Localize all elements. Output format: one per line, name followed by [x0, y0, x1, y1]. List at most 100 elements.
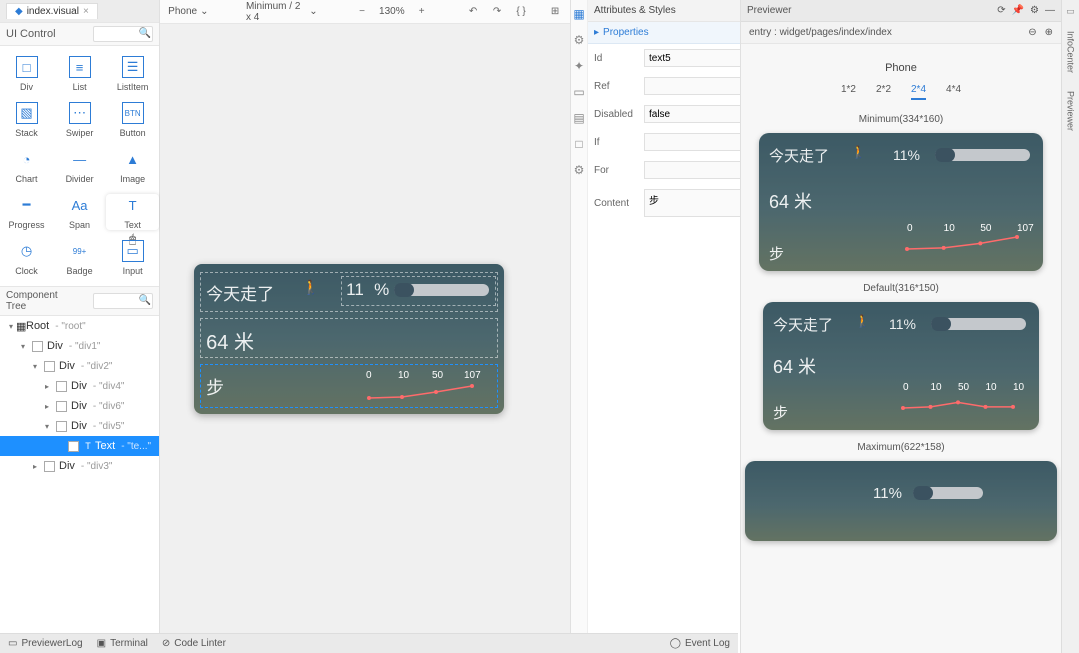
redo-button[interactable]: ↷: [490, 4, 504, 20]
canvas-slider: [394, 284, 489, 296]
props-tab-style[interactable]: ✦: [571, 58, 587, 74]
props-tab-events[interactable]: ⚙: [571, 32, 587, 48]
canvas-percent-sym: %: [374, 280, 389, 300]
tree-row[interactable]: ▾Div- "div5": [0, 416, 159, 436]
tree-row[interactable]: ▸Div- "div3": [0, 456, 159, 476]
status-previewer-log[interactable]: ▭PreviewerLog: [8, 638, 83, 649]
refresh-icon[interactable]: ⟳: [997, 5, 1005, 16]
tree-expand-icon[interactable]: ▾: [42, 422, 52, 431]
palette-item-span[interactable]: AaSpan: [53, 194, 106, 230]
zoom-in-icon[interactable]: ⊕: [1045, 27, 1053, 38]
walking-icon: 🚶: [302, 279, 319, 296]
file-tab[interactable]: ◆ index.visual ×: [6, 3, 98, 19]
input-icon: ▭: [122, 240, 144, 262]
zoom-out-button[interactable]: −: [355, 4, 369, 20]
svg-text:10: 10: [944, 223, 956, 234]
tree-checkbox[interactable]: [44, 461, 55, 472]
widget-on-canvas[interactable]: 今天走了 🚶 11 % 64 米 步 0 10 50 107: [194, 264, 504, 414]
palette-item-text[interactable]: TText🖱: [106, 194, 159, 230]
size-tab-2x4[interactable]: 2*4: [911, 84, 926, 100]
status-event-log[interactable]: ◯Event Log: [670, 638, 730, 649]
palette-item-image[interactable]: ▲Image: [106, 148, 159, 184]
preview-variant-label: Default(316*150): [741, 283, 1061, 294]
size-tab-2x2[interactable]: 2*2: [876, 84, 891, 100]
canvas-distance: 64 米: [206, 326, 254, 355]
status-code-linter[interactable]: ⊘Code Linter: [162, 638, 226, 649]
zoom-in-button[interactable]: +: [415, 4, 429, 20]
preview-card: 11%: [745, 461, 1057, 541]
previewer-size-tabs: 1*2 2*2 2*4 4*4: [741, 84, 1061, 100]
sidebar-tab-previewer[interactable]: Previewer: [1066, 87, 1076, 135]
tree-row[interactable]: ▾▦Root- "root": [0, 316, 159, 336]
tree-checkbox[interactable]: [68, 441, 79, 452]
list-icon: ≡: [69, 56, 91, 78]
code-button[interactable]: { }: [514, 4, 528, 20]
preview-variant-label: Maximum(622*158): [741, 442, 1061, 453]
previewer-device-label: Phone: [741, 62, 1061, 74]
tree-expand-icon[interactable]: ▸: [42, 402, 52, 411]
palette-item-stack[interactable]: ▧Stack: [0, 102, 53, 138]
svg-text:50: 50: [980, 223, 992, 234]
pin-icon[interactable]: 📌: [1012, 5, 1024, 16]
tree-expand-icon[interactable]: ▸: [30, 462, 40, 471]
tree-row[interactable]: ▸Div- "div6": [0, 396, 159, 416]
text-icon: T: [122, 194, 144, 216]
props-tab-more[interactable]: □: [571, 136, 587, 152]
tree-expand-icon[interactable]: ▸: [42, 382, 52, 391]
palette-item-input[interactable]: ▭Input: [106, 240, 159, 276]
previewer-panel: Previewer ⟳ 📌 ⚙ — entry : widget/pages/i…: [740, 0, 1061, 653]
tree-expand-icon[interactable]: ▾: [6, 322, 16, 331]
file-tab-bar: ◆ index.visual ×: [0, 0, 159, 22]
props-tab-attributes[interactable]: ▦: [571, 6, 587, 22]
sidebar-tab-infocenter[interactable]: InfoCenter: [1066, 27, 1076, 77]
palette-item-swiper[interactable]: ⋯Swiper: [53, 102, 106, 138]
canvas-area[interactable]: 今天走了 🚶 11 % 64 米 步 0 10 50 107: [160, 24, 570, 653]
gear-icon[interactable]: ⚙: [1030, 5, 1039, 16]
tree-checkbox[interactable]: [44, 361, 55, 372]
props-tab-data[interactable]: ▤: [571, 110, 587, 126]
grid-settings-button[interactable]: ⊞: [548, 4, 562, 20]
tree-checkbox[interactable]: [56, 401, 67, 412]
palette-item-listitem[interactable]: ☰ListItem: [106, 56, 159, 92]
zoom-out-icon[interactable]: ⊖: [1028, 27, 1036, 38]
collapse-icon[interactable]: ▭: [1066, 6, 1075, 17]
props-tab-layout[interactable]: ▭: [571, 84, 587, 100]
tree-expand-icon[interactable]: ▾: [18, 342, 28, 351]
status-terminal[interactable]: ▣Terminal: [97, 638, 148, 649]
tree-expand-icon[interactable]: ▾: [30, 362, 40, 371]
tree-checkbox[interactable]: [32, 341, 43, 352]
previewer-title: Previewer: [747, 5, 791, 16]
size-dropdown[interactable]: Minimum / 2 x 4 ⌄: [246, 1, 318, 23]
palette-item-badge[interactable]: 99+Badge: [53, 240, 106, 276]
tree-row[interactable]: TText- "te...": [0, 436, 159, 456]
clock-icon: ◷: [16, 240, 38, 262]
props-tab-settings[interactable]: ⚙: [571, 162, 587, 178]
minimize-icon[interactable]: —: [1045, 5, 1055, 16]
tree-row[interactable]: ▸Div- "div4": [0, 376, 159, 396]
palette-item-clock[interactable]: ◷Clock: [0, 240, 53, 276]
device-dropdown[interactable]: Phone ⌄: [168, 6, 208, 17]
search-icon: 🔍: [139, 28, 151, 39]
size-tab-1x2[interactable]: 1*2: [841, 84, 856, 100]
tree-checkbox[interactable]: [56, 381, 67, 392]
chevron-down-icon: ⌄: [200, 6, 208, 17]
palette-item-list[interactable]: ≡List: [53, 56, 106, 92]
canvas-steps-selected[interactable]: 步: [206, 374, 224, 400]
prop-label-ref: Ref: [594, 81, 638, 92]
undo-button[interactable]: ↶: [466, 4, 480, 20]
tree-row[interactable]: ▾Div- "div1": [0, 336, 159, 356]
canvas-toolbar: Phone ⌄ Minimum / 2 x 4 ⌄ − 130% + ↶ ↷ {…: [160, 0, 570, 24]
svg-text:0: 0: [907, 223, 913, 234]
palette-item-div[interactable]: □Div: [0, 56, 53, 92]
prop-label-for: For: [594, 165, 638, 176]
close-icon[interactable]: ×: [83, 6, 89, 17]
tree-row[interactable]: ▾Div- "div2": [0, 356, 159, 376]
size-tab-4x4[interactable]: 4*4: [946, 84, 961, 100]
palette-item-progress[interactable]: ━Progress: [0, 194, 53, 230]
palette-item-chart[interactable]: ◔Chart: [0, 148, 53, 184]
palette-item-button[interactable]: BTNButton: [106, 102, 159, 138]
component-tree-header: Component Tree 🔍: [0, 286, 159, 316]
div-icon: □: [16, 56, 38, 78]
tree-checkbox[interactable]: [56, 421, 67, 432]
palette-item-divider[interactable]: —Divider: [53, 148, 106, 184]
